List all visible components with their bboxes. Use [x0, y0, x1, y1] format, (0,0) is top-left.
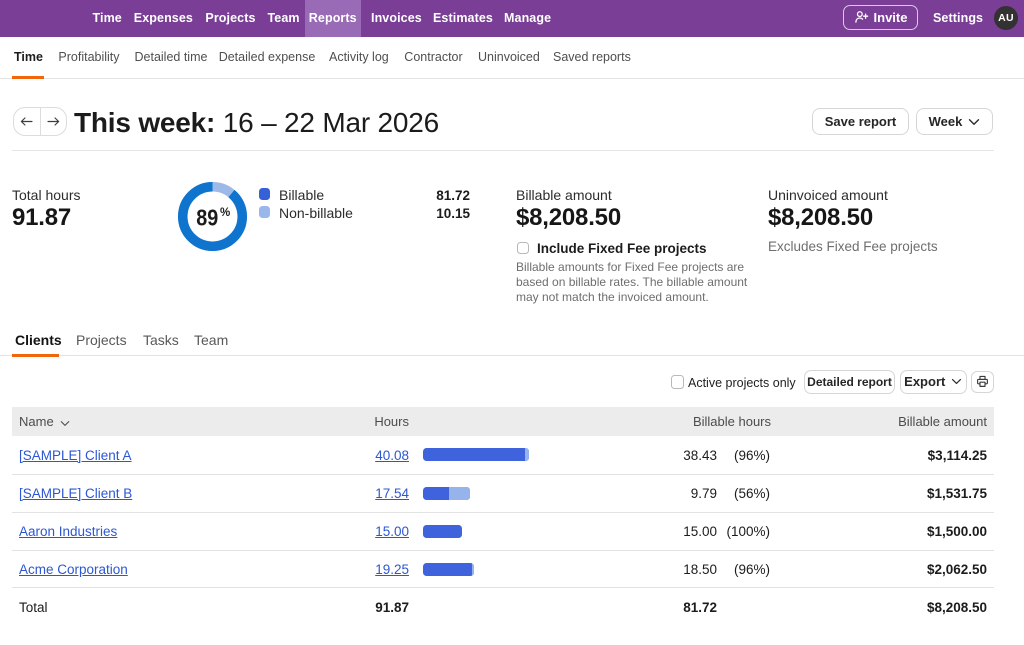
svg-text:89: 89 — [196, 205, 218, 231]
svg-text:%: % — [220, 207, 230, 219]
